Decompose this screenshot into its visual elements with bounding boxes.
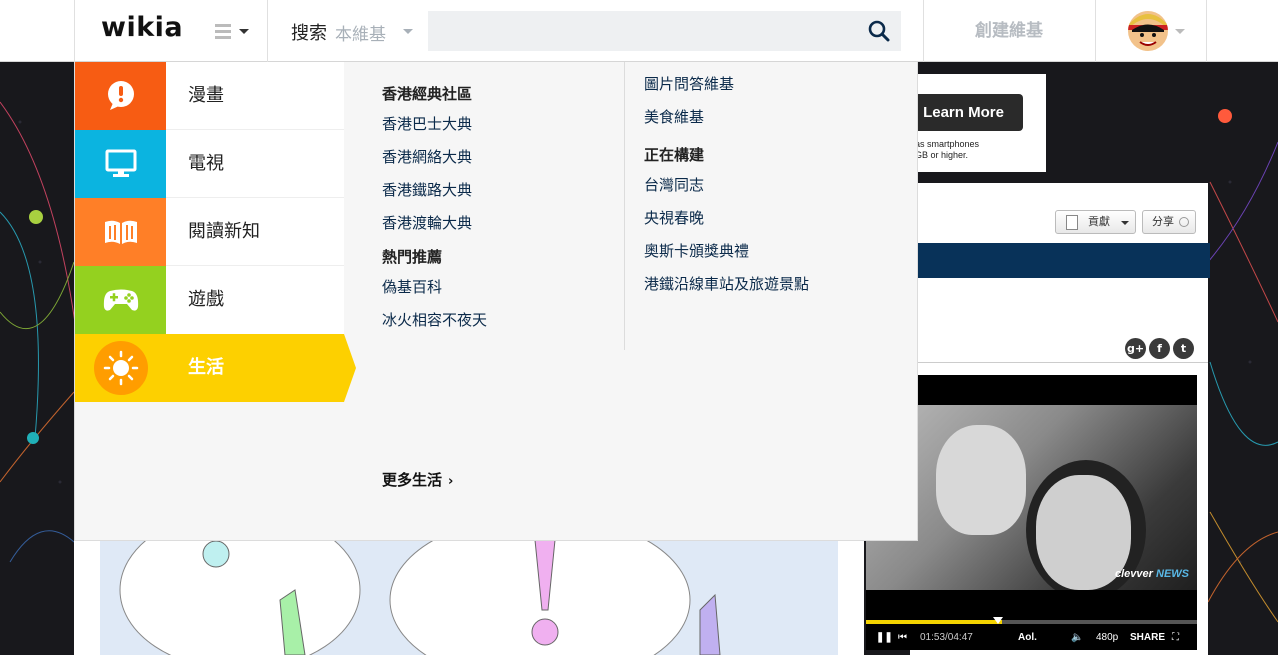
menu-group: 正在構建 台灣同志 央視春晚 奧斯卡頒獎典禮 港鐵沿線車站及旅遊景點 <box>644 145 884 294</box>
speech-bubble-exclamation-icon <box>107 81 134 110</box>
open-book-icon <box>104 220 137 244</box>
search-input[interactable] <box>428 11 901 51</box>
menu-link[interactable]: 央視春晚 <box>644 208 884 228</box>
vertical-games[interactable]: 遊戲 <box>75 266 344 334</box>
gamepad-icon <box>103 289 138 311</box>
search-label: 搜索 <box>291 23 327 44</box>
share-counter-icon <box>1179 217 1189 227</box>
chevron-down-icon <box>239 29 249 34</box>
search-scope-select[interactable]: 本維基 <box>335 20 386 45</box>
video-watermark: clevver NEWS <box>1115 568 1189 580</box>
facebook-icon[interactable]: f <box>1149 338 1170 359</box>
video-progress-knob[interactable] <box>993 617 1003 624</box>
menu-link[interactable]: 冰火相容不夜天 <box>382 310 622 330</box>
volume-icon[interactable]: 🔈 <box>1071 632 1083 643</box>
active-pointer <box>344 334 356 402</box>
menu-link[interactable]: 香港渡輪大典 <box>382 213 622 233</box>
sun-icon <box>93 341 148 395</box>
search-icon[interactable] <box>867 19 891 43</box>
video-controls: ❚❚ ⏮ 01:53/04:47 Aol. 🔈 480p SHARE ⛶ <box>866 627 1197 650</box>
chevron-down-icon[interactable] <box>1175 29 1185 34</box>
menu-link[interactable]: 港鐵沿線車站及旅遊景點 <box>644 274 884 294</box>
menu-link[interactable]: 偽基百科 <box>382 277 622 297</box>
document-icon <box>1066 215 1078 230</box>
create-wiki-button[interactable]: 創建維基 <box>923 0 1095 62</box>
menu-column-divider <box>624 62 625 350</box>
vertical-label: 閱讀新知 <box>188 221 260 242</box>
menu-link[interactable]: 香港網絡大典 <box>382 147 622 167</box>
comic-illustration <box>100 540 838 655</box>
fullscreen-icon[interactable]: ⛶ <box>1172 632 1179 643</box>
menu-link[interactable]: 圖片問答維基 <box>644 74 884 94</box>
vertical-tv[interactable]: 電視 <box>75 130 344 198</box>
video-progress-bar[interactable] <box>866 620 1197 624</box>
menu-group-title: 正在構建 <box>644 146 705 164</box>
menu-group: 香港經典社區 香港巴士大典 香港網絡大典 香港鐵路大典 香港渡輪大典 <box>382 84 622 233</box>
wikia-logo[interactable]: wikia <box>101 12 183 43</box>
vertical-label: 電視 <box>188 153 224 174</box>
contribute-button[interactable]: 貢獻 <box>1055 210 1136 234</box>
vertical-label: 遊戲 <box>188 289 224 310</box>
video-time: 01:53/04:47 <box>920 632 973 643</box>
menu-link[interactable]: 香港鐵路大典 <box>382 180 622 200</box>
menu-link[interactable]: 美食維基 <box>644 107 884 127</box>
nav-divider <box>267 0 268 62</box>
rewind-icon[interactable]: ⏮ <box>898 632 907 643</box>
user-avatar[interactable] <box>1128 11 1168 51</box>
share-button[interactable]: 分享 <box>1142 210 1196 234</box>
ad-learn-more-button[interactable]: Learn More <box>904 94 1023 131</box>
vertical-books[interactable]: 閱讀新知 <box>75 198 344 266</box>
page-header-bar <box>910 243 1210 278</box>
menu-group-title: 香港經典社區 <box>382 85 473 103</box>
menu-link[interactable]: 台灣同志 <box>644 175 884 195</box>
more-lifestyle-link[interactable]: 更多生活 › <box>382 469 453 490</box>
ad-fine-print: as smartphones GB or higher. <box>915 139 980 160</box>
twitter-icon[interactable]: t <box>1173 338 1194 359</box>
menu-group: 熱門推薦 偽基百科 冰火相容不夜天 <box>382 247 622 330</box>
chevron-down-icon <box>1121 221 1129 225</box>
pause-icon[interactable]: ❚❚ <box>876 632 893 643</box>
menu-group-title: 熱門推薦 <box>382 248 443 266</box>
vertical-list: 漫畫 電視 閱讀新知 遊戲 生活 <box>75 62 356 402</box>
menu-group: 圖片問答維基 美食維基 <box>644 74 884 127</box>
menu-column-2: 圖片問答維基 美食維基 正在構建 台灣同志 央視春晚 奧斯卡頒獎典禮 港鐵沿線車… <box>644 74 884 308</box>
menu-column-1: 香港經典社區 香港巴士大典 香港網絡大典 香港鐵路大典 香港渡輪大典 熱門推薦 … <box>382 84 622 344</box>
google-plus-icon[interactable]: g+ <box>1125 338 1146 359</box>
menu-link[interactable]: 奧斯卡頒獎典禮 <box>644 241 884 261</box>
vertical-comics[interactable]: 漫畫 <box>75 62 344 130</box>
aol-logo: Aol. <box>1018 632 1037 643</box>
global-navigation: wikia 搜索 本維基 創建維基 <box>0 0 1278 62</box>
nav-divider <box>1095 0 1096 62</box>
vertical-lifestyle[interactable]: 生活 <box>75 334 356 402</box>
hubs-menu-toggle[interactable] <box>215 22 251 42</box>
vertical-label: 生活 <box>188 357 224 378</box>
hamburger-icon <box>215 24 231 27</box>
hubs-dropdown-menu: 漫畫 電視 閱讀新知 遊戲 生活 香港經典社區 香港巴士大典 香港網絡大典 香港… <box>74 62 918 541</box>
monitor-icon <box>105 149 136 177</box>
chevron-down-icon[interactable] <box>403 29 413 34</box>
video-share-button[interactable]: SHARE <box>1130 632 1165 643</box>
menu-link[interactable]: 香港巴士大典 <box>382 114 622 134</box>
quality-selector[interactable]: 480p <box>1096 632 1118 643</box>
vertical-label: 漫畫 <box>188 85 224 106</box>
chevron-right-icon: › <box>448 474 454 489</box>
